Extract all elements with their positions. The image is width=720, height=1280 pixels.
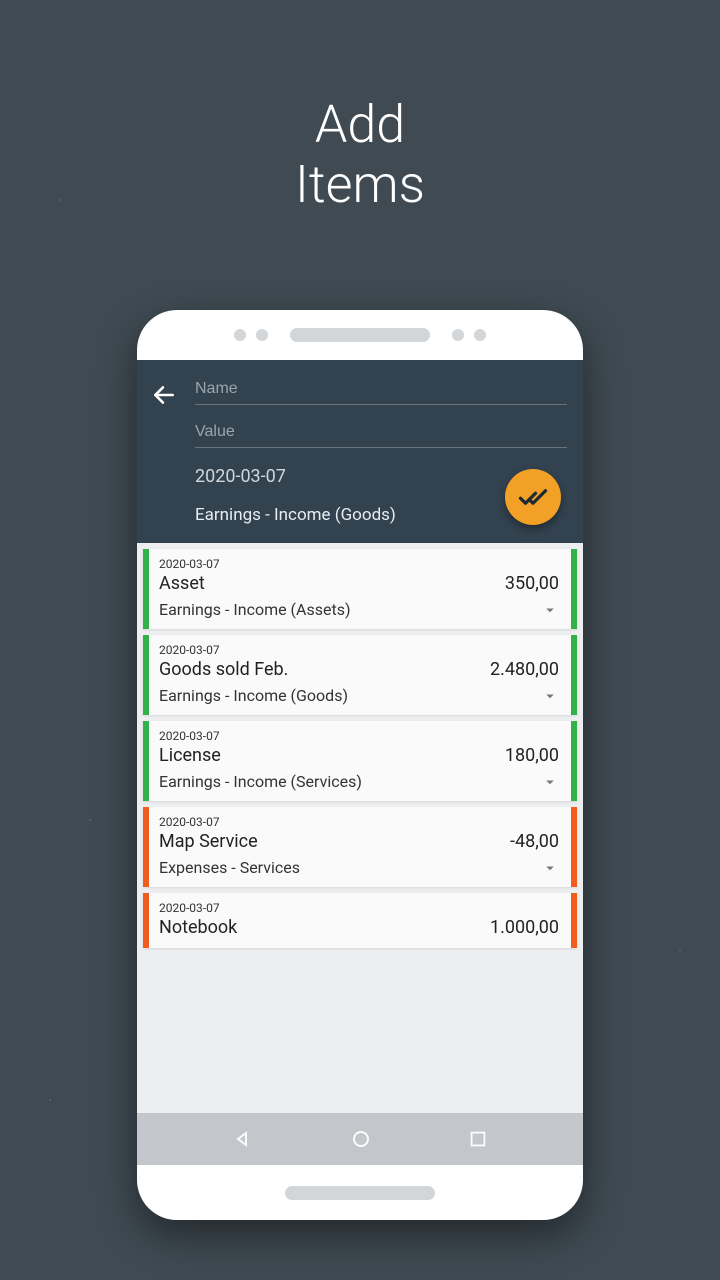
value-input[interactable] [195, 417, 567, 448]
chevron-down-icon[interactable] [541, 773, 559, 791]
item-value: 1.000,00 [490, 917, 559, 938]
list-item[interactable]: 2020-03-07 Notebook 1.000,00 [143, 893, 577, 948]
color-bar [571, 635, 577, 715]
item-name: Asset [159, 573, 205, 594]
device-frame: 2020-03-07 Earnings - Income (Goods) 202… [137, 310, 583, 1220]
item-value: 2.480,00 [490, 659, 559, 680]
add-item-header: 2020-03-07 Earnings - Income (Goods) [137, 360, 583, 543]
item-date: 2020-03-07 [159, 643, 559, 657]
item-value: 180,00 [505, 745, 559, 766]
item-name: License [159, 745, 221, 766]
item-name: Goods sold Feb. [159, 659, 288, 680]
item-category: Earnings - Income (Goods) [159, 686, 348, 705]
android-navbar [137, 1113, 583, 1165]
color-bar [571, 893, 577, 948]
item-date: 2020-03-07 [159, 729, 559, 743]
list-item[interactable]: 2020-03-07 Asset 350,00 Earnings - Incom… [143, 549, 577, 629]
item-date: 2020-03-07 [159, 901, 559, 915]
item-category: Expenses - Services [159, 858, 300, 877]
item-value: -48,00 [510, 831, 559, 852]
promo-line1: Add [315, 94, 405, 155]
chevron-down-icon[interactable] [541, 687, 559, 705]
color-bar [571, 807, 577, 887]
item-category: Earnings - Income (Services) [159, 772, 362, 791]
arrow-left-icon [151, 382, 177, 408]
nav-home-icon[interactable] [349, 1127, 373, 1151]
nav-recent-icon[interactable] [467, 1128, 489, 1150]
chevron-down-icon[interactable] [541, 601, 559, 619]
name-input[interactable] [195, 374, 567, 405]
list-item[interactable]: 2020-03-07 Goods sold Feb. 2.480,00 Earn… [143, 635, 577, 715]
promo-line2: Items [295, 154, 425, 215]
item-date: 2020-03-07 [159, 815, 559, 829]
device-top [137, 310, 583, 360]
item-date: 2020-03-07 [159, 557, 559, 571]
list-item[interactable]: 2020-03-07 Map Service -48,00 Expenses -… [143, 807, 577, 887]
double-check-icon [518, 482, 548, 512]
confirm-button[interactable] [505, 469, 561, 525]
color-bar [571, 549, 577, 629]
items-list[interactable]: 2020-03-07 Asset 350,00 Earnings - Incom… [137, 543, 583, 1165]
device-bottom [137, 1165, 583, 1220]
chevron-down-icon[interactable] [541, 859, 559, 877]
promo-title: Add Items [0, 95, 720, 215]
color-bar [571, 721, 577, 801]
item-value: 350,00 [505, 573, 559, 594]
item-name: Notebook [159, 917, 237, 938]
list-item[interactable]: 2020-03-07 License 180,00 Earnings - Inc… [143, 721, 577, 801]
back-button[interactable] [151, 382, 177, 412]
item-category: Earnings - Income (Assets) [159, 600, 351, 619]
app-screen: 2020-03-07 Earnings - Income (Goods) 202… [137, 360, 583, 1165]
nav-back-icon[interactable] [231, 1127, 255, 1151]
item-name: Map Service [159, 831, 258, 852]
